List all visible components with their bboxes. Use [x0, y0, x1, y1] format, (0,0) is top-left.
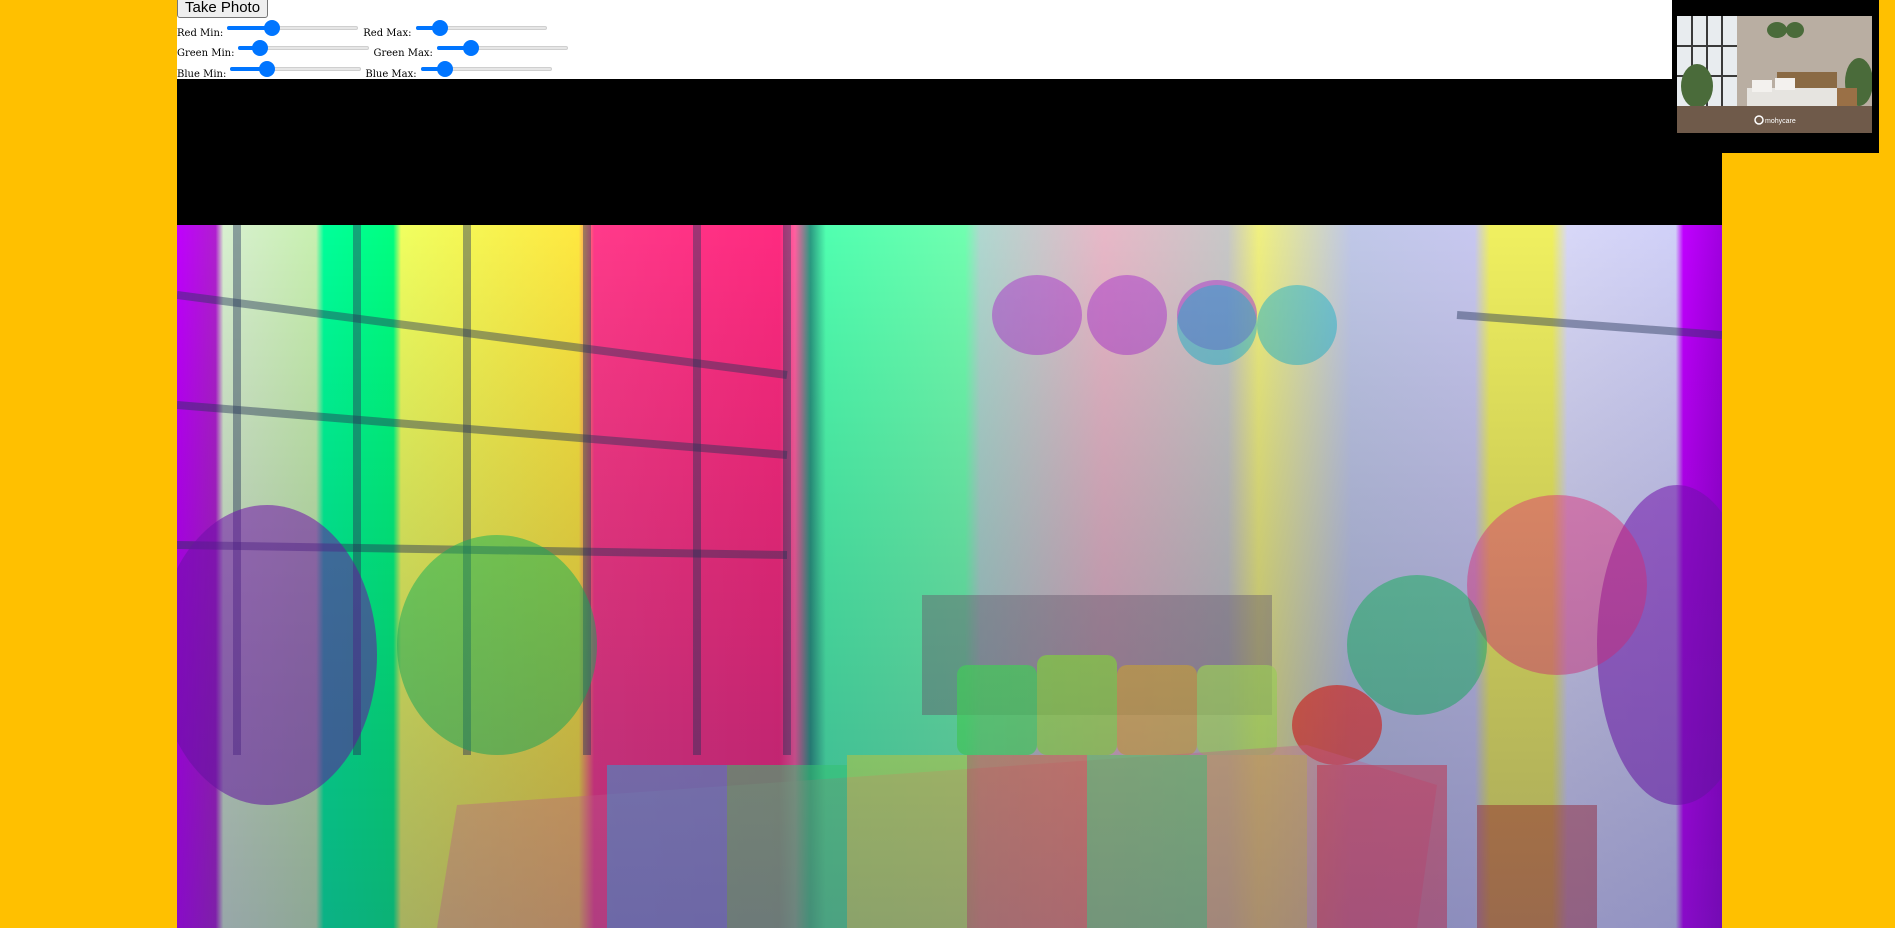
slider-thumb[interactable]: [436, 61, 453, 77]
red-row: Red Min: Red Max:: [177, 18, 551, 39]
filtered-canvas: [177, 225, 1722, 928]
video-area: [177, 79, 1722, 225]
bedroom-photo-thumbnail: mohycare: [1677, 16, 1872, 133]
green-min-slider[interactable]: [238, 40, 370, 56]
slider-thumb[interactable]: [431, 20, 448, 36]
blue-min-label: Blue Min:: [177, 68, 227, 80]
green-max-slider[interactable]: [436, 40, 568, 56]
red-max-label: Red Max:: [363, 27, 412, 39]
blue-max-slider[interactable]: [420, 61, 552, 77]
blue-row: Blue Min: Blue Max:: [177, 59, 556, 80]
take-photo-button[interactable]: Take Photo: [177, 0, 269, 18]
slider-thumb[interactable]: [259, 61, 276, 77]
blue-max-label: Blue Max:: [365, 68, 417, 80]
filtered-bedroom-image: [177, 225, 1722, 928]
green-max-label: Green Max:: [373, 47, 433, 59]
slider-thumb[interactable]: [264, 20, 281, 36]
green-row: Green Min: Green Max:: [177, 38, 572, 59]
red-min-label: Red Min:: [177, 27, 224, 39]
red-max-slider[interactable]: [415, 20, 547, 36]
preview-image[interactable]: mohycare: [1677, 16, 1872, 133]
slider-thumb[interactable]: [462, 40, 479, 56]
slider-thumb[interactable]: [252, 40, 269, 56]
green-min-label: Green Min:: [177, 47, 235, 59]
red-min-slider[interactable]: [227, 20, 359, 36]
watermark-text: mohycare: [1765, 118, 1796, 125]
blue-min-slider[interactable]: [230, 61, 362, 77]
controls-panel: Take Photo Red Min: Red Max: Green Min: …: [177, 0, 1672, 80]
